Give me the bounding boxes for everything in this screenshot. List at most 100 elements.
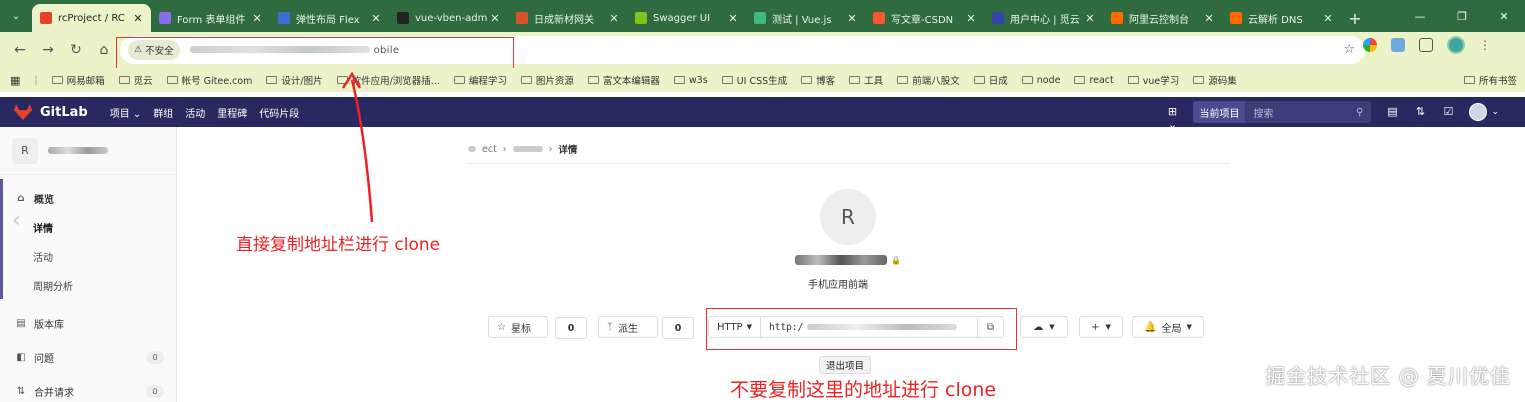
bookmark-item[interactable]: 前端八股文 bbox=[897, 73, 960, 87]
tab-search-chevron-icon[interactable]: ⌄ bbox=[0, 0, 32, 32]
breadcrumb-group[interactable]: ect bbox=[482, 144, 497, 155]
annotation-top: 直接复制地址栏进行 clone bbox=[236, 235, 441, 255]
bookmark-item[interactable]: react bbox=[1074, 73, 1114, 87]
puzzle-extension-icon[interactable] bbox=[1419, 38, 1433, 52]
browser-tab[interactable]: Swagger UI ✕ bbox=[627, 4, 746, 32]
tab-close-icon[interactable]: ✕ bbox=[1321, 12, 1335, 25]
bookmark-item[interactable]: 博客 bbox=[801, 73, 835, 87]
back-icon[interactable]: ← bbox=[6, 42, 34, 58]
tab-close-icon[interactable]: ✕ bbox=[964, 12, 978, 25]
sidebar-item-overview[interactable]: ⌂ 概览 bbox=[0, 183, 176, 213]
bookmark-label: 前端八股文 bbox=[912, 76, 960, 87]
fork-button[interactable]: ᛉ 派生 bbox=[598, 316, 658, 338]
sidebar-item-issues[interactable]: ◧ 问题 0 bbox=[0, 342, 176, 372]
gitlab-nav-item[interactable]: 里程碑 bbox=[217, 105, 247, 120]
profile-avatar-icon[interactable] bbox=[1447, 36, 1465, 54]
issues-header-icon[interactable]: ▤ bbox=[1385, 105, 1399, 119]
bookmark-item[interactable]: UI CSS生成 bbox=[721, 73, 787, 87]
bookmark-item[interactable]: 工具 bbox=[849, 73, 883, 87]
gitlab-logo-icon[interactable] bbox=[14, 104, 32, 120]
minimize-button[interactable]: — bbox=[1399, 0, 1441, 32]
search-scope[interactable]: 当前项目 bbox=[1193, 101, 1246, 123]
fork-count[interactable]: 0 bbox=[662, 317, 694, 339]
browser-tab[interactable]: rcProject / RC ✕ bbox=[32, 4, 151, 32]
sidebar-subitem-activity[interactable]: 活动 bbox=[0, 242, 176, 271]
star-button[interactable]: ☆ 星标 bbox=[488, 316, 548, 338]
bookmark-item[interactable]: 日成 bbox=[973, 73, 1008, 87]
todo-header-icon[interactable]: ☑ bbox=[1441, 105, 1455, 119]
browser-tab[interactable]: 弹性布局 Flex ✕ bbox=[270, 4, 389, 32]
apps-icon[interactable]: ▦ bbox=[10, 74, 20, 87]
sidebar-item-merge-requests[interactable]: ⇅ 合并请求 0 bbox=[0, 376, 176, 402]
browser-tab[interactable]: 测试 | Vue.js ✕ bbox=[746, 4, 865, 32]
bookmark-item[interactable]: node bbox=[1021, 73, 1060, 87]
color-extension-icon[interactable] bbox=[1363, 38, 1377, 52]
all-bookmarks[interactable]: 所有书签 bbox=[1463, 68, 1517, 92]
tab-close-icon[interactable]: ✕ bbox=[369, 12, 383, 25]
gitlab-brand[interactable]: GitLab bbox=[40, 105, 88, 120]
gitlab-nav-item[interactable]: 项目 ⌄ bbox=[110, 105, 142, 120]
bookmark-item[interactable]: 软件应用/浏览器插... bbox=[336, 73, 440, 87]
browser-tab[interactable]: 用户中心 | 觅云 ✕ bbox=[984, 4, 1103, 32]
bookmark-item[interactable]: 设计/图片 bbox=[266, 73, 323, 87]
gitlab-nav-item[interactable]: 群组 bbox=[153, 105, 173, 120]
tab-close-icon[interactable]: ✕ bbox=[1202, 12, 1216, 25]
home-icon[interactable]: ⌂ bbox=[90, 42, 118, 58]
browser-tab[interactable]: 云解析 DNS ✕ bbox=[1222, 4, 1341, 32]
sidebar-item-repository[interactable]: ▤ 版本库 bbox=[0, 308, 176, 338]
notification-dropdown[interactable]: 🔔 全局 ▼ bbox=[1132, 316, 1204, 338]
search-input[interactable]: 搜索 bbox=[1253, 105, 1356, 120]
bookmark-star-icon[interactable]: ☆ bbox=[1343, 42, 1355, 57]
gitlab-search[interactable]: 当前项目 搜索 ⚲ bbox=[1193, 101, 1372, 123]
restore-button[interactable]: ❐ bbox=[1441, 0, 1483, 32]
add-dropdown[interactable]: + ▼ bbox=[1079, 316, 1123, 338]
browser-tab[interactable]: 写文章-CSDN ✕ bbox=[865, 4, 984, 32]
bookmark-item[interactable]: 编程学习 bbox=[453, 73, 507, 87]
sidebar-project-header[interactable]: R bbox=[0, 127, 176, 175]
browser-menu-icon[interactable]: ⋮ bbox=[1479, 38, 1491, 52]
download-dropdown[interactable]: ☁ ▼ bbox=[1020, 316, 1068, 338]
sidebar-subitem-details[interactable]: 详情 bbox=[0, 213, 176, 242]
bookmark-item[interactable]: 图片资源 bbox=[520, 73, 574, 87]
bookmark-item[interactable]: 帐号 Gitee.com bbox=[166, 73, 253, 87]
breadcrumb-separator: › bbox=[502, 143, 507, 155]
new-tab-button[interactable]: + bbox=[1341, 4, 1369, 32]
browser-tab[interactable]: vue-vben-adm ✕ bbox=[389, 4, 508, 32]
tab-close-icon[interactable]: ✕ bbox=[726, 12, 740, 25]
bookmark-label: 网易邮箱 bbox=[66, 76, 105, 87]
folder-icon bbox=[1127, 76, 1139, 84]
bookmark-item[interactable]: 觅云 bbox=[118, 73, 153, 87]
star-count[interactable]: 0 bbox=[555, 317, 587, 339]
tab-close-icon[interactable]: ✕ bbox=[131, 12, 145, 25]
bookmark-item[interactable]: 网易邮箱 bbox=[51, 73, 105, 87]
bookmark-item[interactable]: 源码集 bbox=[1193, 73, 1237, 87]
forward-icon[interactable]: → bbox=[34, 42, 62, 58]
user-menu[interactable]: ⌄ bbox=[1469, 103, 1499, 121]
tab-label: rcProject / RC bbox=[58, 12, 125, 24]
browser-tab[interactable]: 日成新材网关 ✕ bbox=[508, 4, 627, 32]
sidebar-subitem-cycle-analytics[interactable]: 周期分析 bbox=[0, 271, 176, 300]
breadcrumb-project-blurred[interactable] bbox=[512, 146, 543, 152]
close-window-button[interactable]: ✕ bbox=[1483, 0, 1525, 32]
reload-icon[interactable]: ↻ bbox=[62, 42, 90, 58]
react-extension-icon[interactable] bbox=[1391, 38, 1405, 52]
annotation-box-address-bar bbox=[116, 37, 514, 69]
plus-menu-icon[interactable]: ⊞ ⌄ bbox=[1165, 105, 1179, 131]
star-icon: ☆ bbox=[497, 321, 506, 333]
tab-close-icon[interactable]: ✕ bbox=[1083, 12, 1097, 25]
tab-close-icon[interactable]: ✕ bbox=[845, 12, 859, 25]
tab-close-icon[interactable]: ✕ bbox=[607, 12, 621, 25]
browser-tab[interactable]: Form 表单组件 ✕ bbox=[151, 4, 270, 32]
bookmark-label: 帐号 Gitee.com bbox=[181, 76, 253, 87]
bookmark-item[interactable]: vue学习 bbox=[1127, 73, 1179, 87]
tab-close-icon[interactable]: ✕ bbox=[488, 12, 502, 25]
collapse-chevron-icon[interactable]: ‹ bbox=[12, 208, 21, 233]
browser-tab[interactable]: 阿里云控制台 ✕ bbox=[1103, 4, 1222, 32]
folder-icon bbox=[587, 76, 599, 84]
bookmark-item[interactable]: 富文本编辑器 bbox=[587, 73, 660, 87]
gitlab-nav-item[interactable]: 代码片段 bbox=[259, 105, 299, 120]
bookmark-item[interactable]: w3s bbox=[673, 73, 708, 87]
merge-request-header-icon[interactable]: ⇅ bbox=[1413, 105, 1427, 119]
tab-close-icon[interactable]: ✕ bbox=[250, 12, 264, 25]
gitlab-nav-item[interactable]: 活动 bbox=[185, 105, 205, 120]
